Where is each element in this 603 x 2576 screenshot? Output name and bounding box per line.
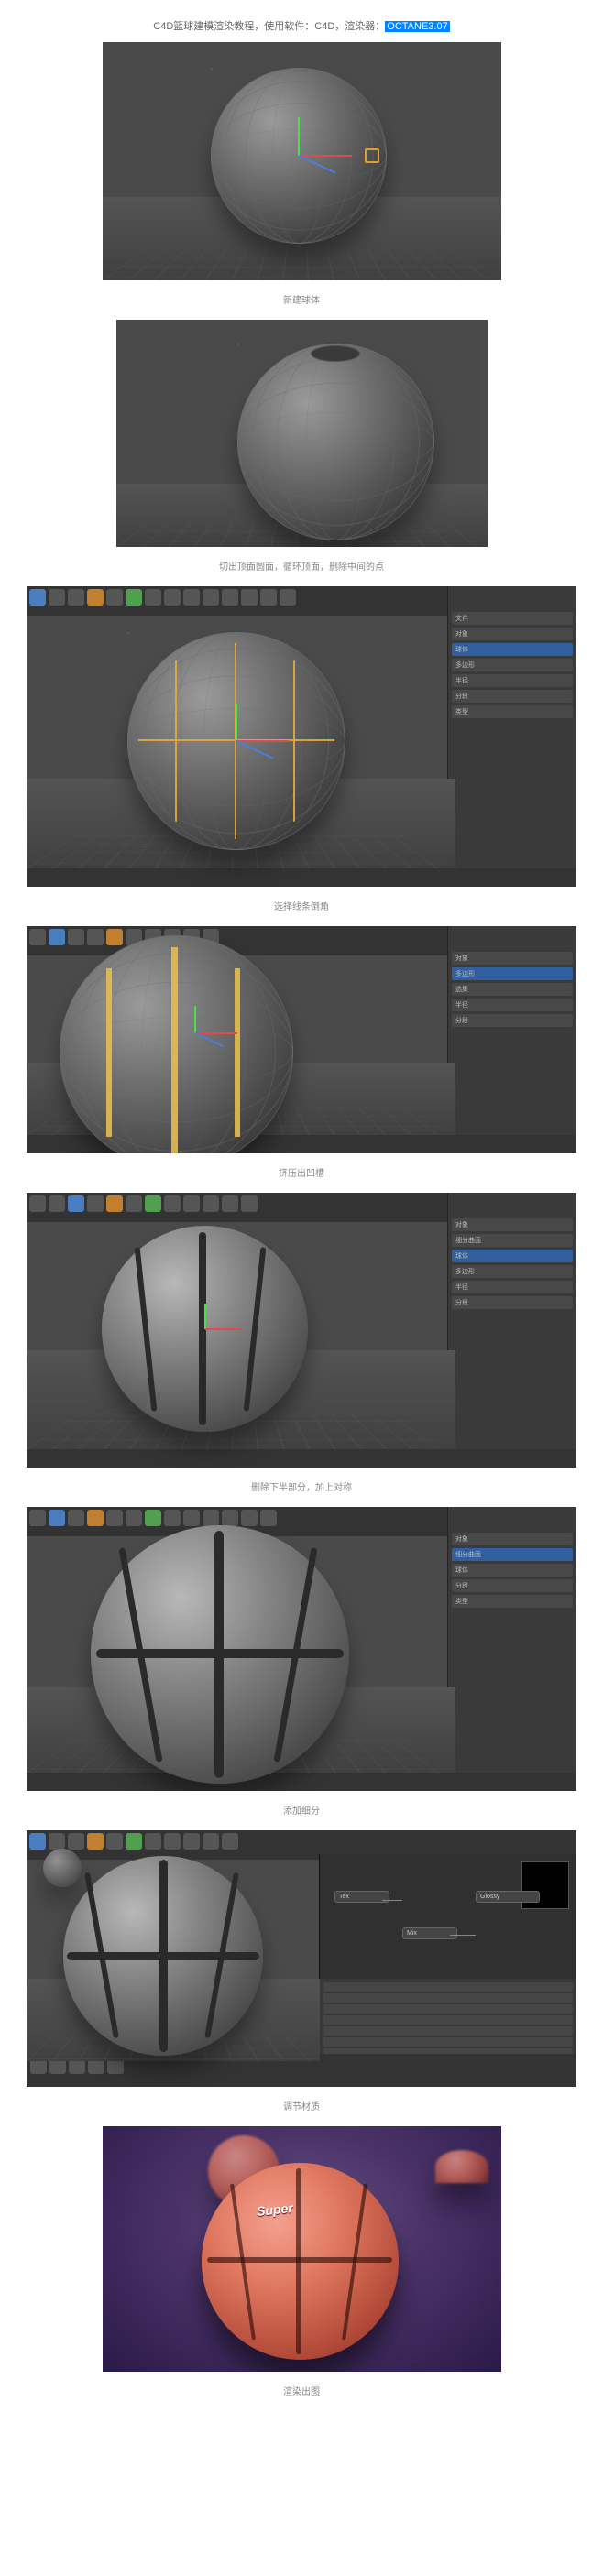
panel-row[interactable]: 分段	[452, 1296, 573, 1309]
panel-row[interactable]: 半径	[452, 674, 573, 687]
panel-row[interactable]: 多边形	[452, 659, 573, 671]
panel-row[interactable]: 球体	[452, 1250, 573, 1262]
viewport-5: 对象 细分曲面 球体 多边形 半径 分段	[27, 1193, 576, 1468]
node-editor[interactable]: Tex Mix Glossy	[319, 1854, 576, 2087]
panel-row[interactable]: 文件	[452, 612, 573, 625]
panel-row[interactable]: 选集	[452, 983, 573, 996]
side-panel[interactable]: 对象 多边形 选集 半径 分段	[447, 926, 576, 1153]
caption-4: 挤压出凹槽	[279, 1165, 324, 1179]
panel-row[interactable]: 球体	[452, 1564, 573, 1577]
figure-1	[103, 42, 501, 280]
panel-row[interactable]: 分段	[452, 1579, 573, 1592]
shader-node[interactable]: Glossy	[476, 1891, 540, 1903]
viewport-3: 文件 对象 球体 多边形 半径 分段 类型	[27, 586, 576, 887]
caption-6: 添加细分	[283, 1803, 320, 1817]
figure-7: Tex Mix Glossy	[27, 1830, 576, 2087]
panel-row[interactable]: 半径	[452, 999, 573, 1011]
panel-row[interactable]: 对象	[452, 628, 573, 640]
figure-3: 文件 对象 球体 多边形 半径 分段 类型	[27, 586, 576, 887]
figure-5: 对象 细分曲面 球体 多边形 半径 分段	[27, 1193, 576, 1468]
viewport-2	[116, 320, 488, 547]
caption-5: 删除下半部分，加上对称	[251, 1479, 352, 1493]
caption-7: 调节材质	[283, 2099, 320, 2112]
viewport-4: 对象 多边形 选集 半径 分段	[27, 926, 576, 1153]
panel-row[interactable]: 细分曲面	[452, 1234, 573, 1247]
final-render: Super	[103, 2126, 501, 2372]
panel-row[interactable]: 对象	[452, 952, 573, 965]
bottom-bar	[27, 868, 576, 887]
side-panel[interactable]: 对象 细分曲面 球体 多边形 半径 分段	[447, 1193, 576, 1468]
panel-row[interactable]: 细分曲面	[452, 1548, 573, 1561]
panel-row[interactable]: 球体	[452, 643, 573, 656]
caption-1: 新建球体	[283, 292, 320, 306]
side-panel[interactable]: 文件 对象 球体 多边形 半径 分段 类型	[447, 586, 576, 887]
viewport-1	[103, 42, 501, 280]
panel-row[interactable]: 半径	[452, 1281, 573, 1293]
figure-8: Super	[103, 2126, 501, 2372]
caption-2: 切出顶面圆面，循环顶面，删除中间的点	[219, 559, 384, 573]
panel-row[interactable]: 多边形	[452, 967, 573, 980]
caption-3: 选择线条倒角	[274, 899, 329, 912]
viewport-7: Tex Mix Glossy	[27, 1830, 576, 2087]
panel-row[interactable]: 对象	[452, 1218, 573, 1231]
shader-node[interactable]: Mix	[402, 1927, 457, 1939]
figure-4: 对象 多边形 选集 半径 分段	[27, 926, 576, 1153]
viewport-6: 对象 细分曲面 球体 分段 类型	[27, 1507, 576, 1791]
side-panel[interactable]: 对象 细分曲面 球体 分段 类型	[447, 1507, 576, 1791]
panel-row[interactable]: 对象	[452, 1533, 573, 1545]
bottom-bar	[27, 1449, 576, 1468]
panel-row[interactable]: 多边形	[452, 1265, 573, 1278]
highlight-selection: OCTANE3.07	[385, 21, 449, 32]
panel-row[interactable]: 类型	[452, 705, 573, 718]
panel-row[interactable]: 类型	[452, 1595, 573, 1608]
caption-8: 渲染出图	[283, 2384, 320, 2397]
intro-text: C4D篮球建模渲染教程，使用软件：C4D，渲染器：OCTANE3.07	[153, 18, 449, 33]
figure-2	[116, 320, 488, 547]
shader-node[interactable]: Tex	[334, 1891, 389, 1903]
figure-6: 对象 细分曲面 球体 分段 类型	[27, 1507, 576, 1791]
panel-row[interactable]: 分段	[452, 1014, 573, 1027]
panel-row[interactable]: 分段	[452, 690, 573, 703]
